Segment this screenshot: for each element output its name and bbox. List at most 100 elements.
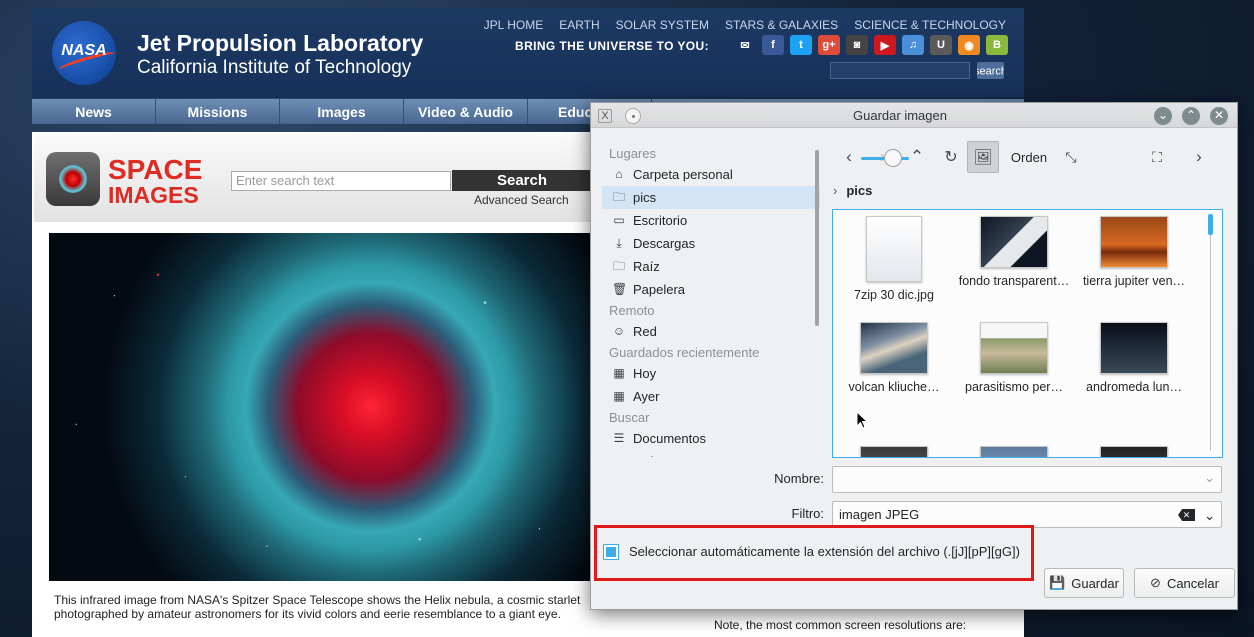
googleplus-icon[interactable]: g+ (818, 35, 840, 55)
reload-button[interactable]: ↻ (939, 141, 963, 173)
places-item-label: Descargas (633, 236, 696, 251)
file-item[interactable]: volcan kliuche… (835, 322, 953, 394)
places-section-header: Guardados recientemente (609, 345, 760, 360)
nav-news[interactable]: News (32, 99, 156, 124)
places-item-label: Hoy (633, 366, 657, 381)
zoom-out-button[interactable]: ⤡ (1059, 141, 1083, 173)
space-images-logo-line2[interactable]: IMAGES (108, 182, 199, 209)
cancel-button[interactable]: ⊘ Cancelar (1134, 568, 1235, 598)
places-item-im-genes[interactable]: ▣ Imágenes (602, 450, 820, 457)
close-button[interactable]: ✕ (1210, 107, 1228, 125)
places-item-ayer[interactable]: ▦ Ayer (602, 385, 820, 408)
file-view[interactable]: 7zip 30 dic.jpg fondo transparent… tierra … (832, 209, 1223, 458)
nav-images[interactable]: Images (280, 99, 404, 124)
file-item[interactable]: andromeda lun… (1075, 322, 1193, 394)
preview-toggle-button[interactable]: 🖼 (967, 141, 999, 173)
breadcrumb-current[interactable]: pics (846, 183, 872, 198)
ustream-icon[interactable]: U (930, 35, 952, 55)
reload-icon: ↻ (944, 149, 958, 166)
itunes-icon[interactable]: ♫ (902, 35, 924, 55)
file-thumbnail (1100, 216, 1168, 268)
file-item[interactable] (835, 446, 953, 457)
folder-icon: 🗀 (612, 259, 625, 273)
maximize-button[interactable]: ⌃ (1182, 107, 1200, 125)
file-item[interactable]: parasitismo per… (955, 322, 1073, 394)
chevron-up-icon: ⌃ (1185, 108, 1197, 122)
file-item[interactable] (1075, 446, 1193, 457)
calendar-icon: ▦ (613, 366, 625, 380)
top-link-earth[interactable]: EARTH (559, 18, 599, 32)
file-name: volcan kliuche… (848, 380, 940, 394)
file-item[interactable] (955, 446, 1073, 457)
places-item-escritorio[interactable]: ▭ Escritorio (602, 209, 820, 232)
places-item-descargas[interactable]: ⤓ Descargas (602, 232, 820, 255)
minimize-button[interactable]: ⌄ (1154, 107, 1172, 125)
clear-filter-icon[interactable]: ✕ (1178, 509, 1195, 521)
top-link-science-technology[interactable]: SCIENCE & TECHNOLOGY (854, 18, 1006, 32)
top-link-jpl-home[interactable]: JPL HOME (484, 18, 544, 32)
instagram-icon[interactable]: ◙ (846, 35, 868, 55)
places-item-label: Ayer (633, 389, 660, 404)
rss-icon[interactable]: ◉ (958, 35, 980, 55)
file-item[interactable]: fondo transparent… (955, 216, 1073, 288)
site-search-button[interactable]: search search (974, 62, 1007, 79)
nav-video-audio[interactable]: Video & Audio (404, 99, 528, 124)
filter-combobox[interactable]: imagen JPEG ✕ ⌄ (832, 501, 1222, 528)
filename-input[interactable]: ⌄ (832, 466, 1222, 493)
places-item-papelera[interactable]: 🗑 Papelera (602, 278, 820, 301)
twitter-icon[interactable]: t (790, 35, 812, 55)
save-label: Guardar (1071, 575, 1119, 591)
site-subtitle[interactable]: California Institute of Technology (137, 57, 411, 79)
auto-extension-checkbox[interactable] (603, 544, 619, 560)
trash-icon: 🗑 (612, 282, 628, 296)
more-options-button[interactable]: › (1187, 141, 1211, 173)
site-search-input[interactable] (830, 62, 970, 79)
dialog-titlebar[interactable]: X Guardar imagen ⌄ ⌃ ✕ (591, 103, 1237, 128)
advanced-search-link[interactable]: Advanced Search (474, 193, 569, 207)
resolution-note: Note, the most common screen resolutions… (714, 618, 967, 632)
space-images-logo-icon[interactable] (46, 152, 100, 206)
youtube-icon[interactable]: ▶ (874, 35, 896, 55)
zoom-slider-handle[interactable] (884, 149, 902, 167)
chevron-down-icon[interactable]: ⌄ (1204, 503, 1215, 528)
auto-extension-label[interactable]: Seleccionar automáticamente la extensión… (629, 544, 1020, 559)
file-view-scrollbar[interactable] (1208, 214, 1214, 452)
space-images-search-button[interactable]: Search (452, 170, 592, 191)
top-link-solar-system[interactable]: SOLAR SYSTEM (616, 18, 709, 32)
helix-nebula-image[interactable] (49, 233, 594, 581)
nav-missions[interactable]: Missions (156, 99, 280, 124)
space-images-search-input[interactable]: Enter search text (231, 171, 451, 191)
site-title[interactable]: Jet Propulsion Laboratory (137, 30, 423, 57)
nasa-logo[interactable]: NASA (52, 21, 117, 85)
places-item-carpeta-personal[interactable]: ⌂ Carpeta personal (602, 163, 820, 186)
file-name: fondo transparent… (958, 274, 1070, 288)
blog-icon[interactable]: B (986, 35, 1008, 55)
top-link-stars-galaxies[interactable]: STARS & GALAXIES (725, 18, 838, 32)
chevron-down-icon[interactable]: ⌄ (1204, 470, 1215, 486)
places-item-label: Documentos (633, 431, 706, 446)
file-thumbnail (980, 216, 1048, 268)
file-item[interactable]: 7zip 30 dic.jpg (835, 216, 953, 302)
sort-order-button[interactable]: Orden (1007, 141, 1051, 173)
back-button[interactable]: ‹ (837, 141, 861, 173)
file-thumbnail (980, 446, 1048, 457)
chevron-down-icon: ⌄ (1157, 108, 1169, 122)
zoom-in-icon: ⛶ (1152, 148, 1162, 165)
nasa-logo-text: NASA (61, 42, 107, 59)
places-scrollbar[interactable] (815, 150, 819, 326)
save-image-dialog: X Guardar imagen ⌄ ⌃ ✕ Lugares ⌂ Carpeta p… (590, 102, 1238, 610)
save-button[interactable]: 💾 Guardar (1044, 568, 1124, 598)
calendar-icon: ▦ (613, 389, 625, 403)
breadcrumb-chevron-icon[interactable]: › (833, 183, 837, 198)
facebook-icon[interactable]: f (762, 35, 784, 55)
places-item-hoy[interactable]: ▦ Hoy (602, 362, 820, 385)
places-section-header: Buscar (609, 410, 650, 425)
places-item-red[interactable]: ☺ Red (602, 320, 820, 343)
email-icon[interactable]: ✉ (734, 35, 756, 55)
zoom-in-button[interactable]: ⛶ (1145, 141, 1169, 173)
places-item-ra-z[interactable]: 🗀 Raíz (602, 255, 820, 278)
file-item[interactable]: tierra jupiter ven… (1075, 216, 1193, 288)
save-icon: 💾 (1049, 575, 1066, 590)
places-item-documentos[interactable]: ☰ Documentos (602, 427, 820, 450)
places-item-pics[interactable]: 🗀 pics (602, 186, 820, 209)
